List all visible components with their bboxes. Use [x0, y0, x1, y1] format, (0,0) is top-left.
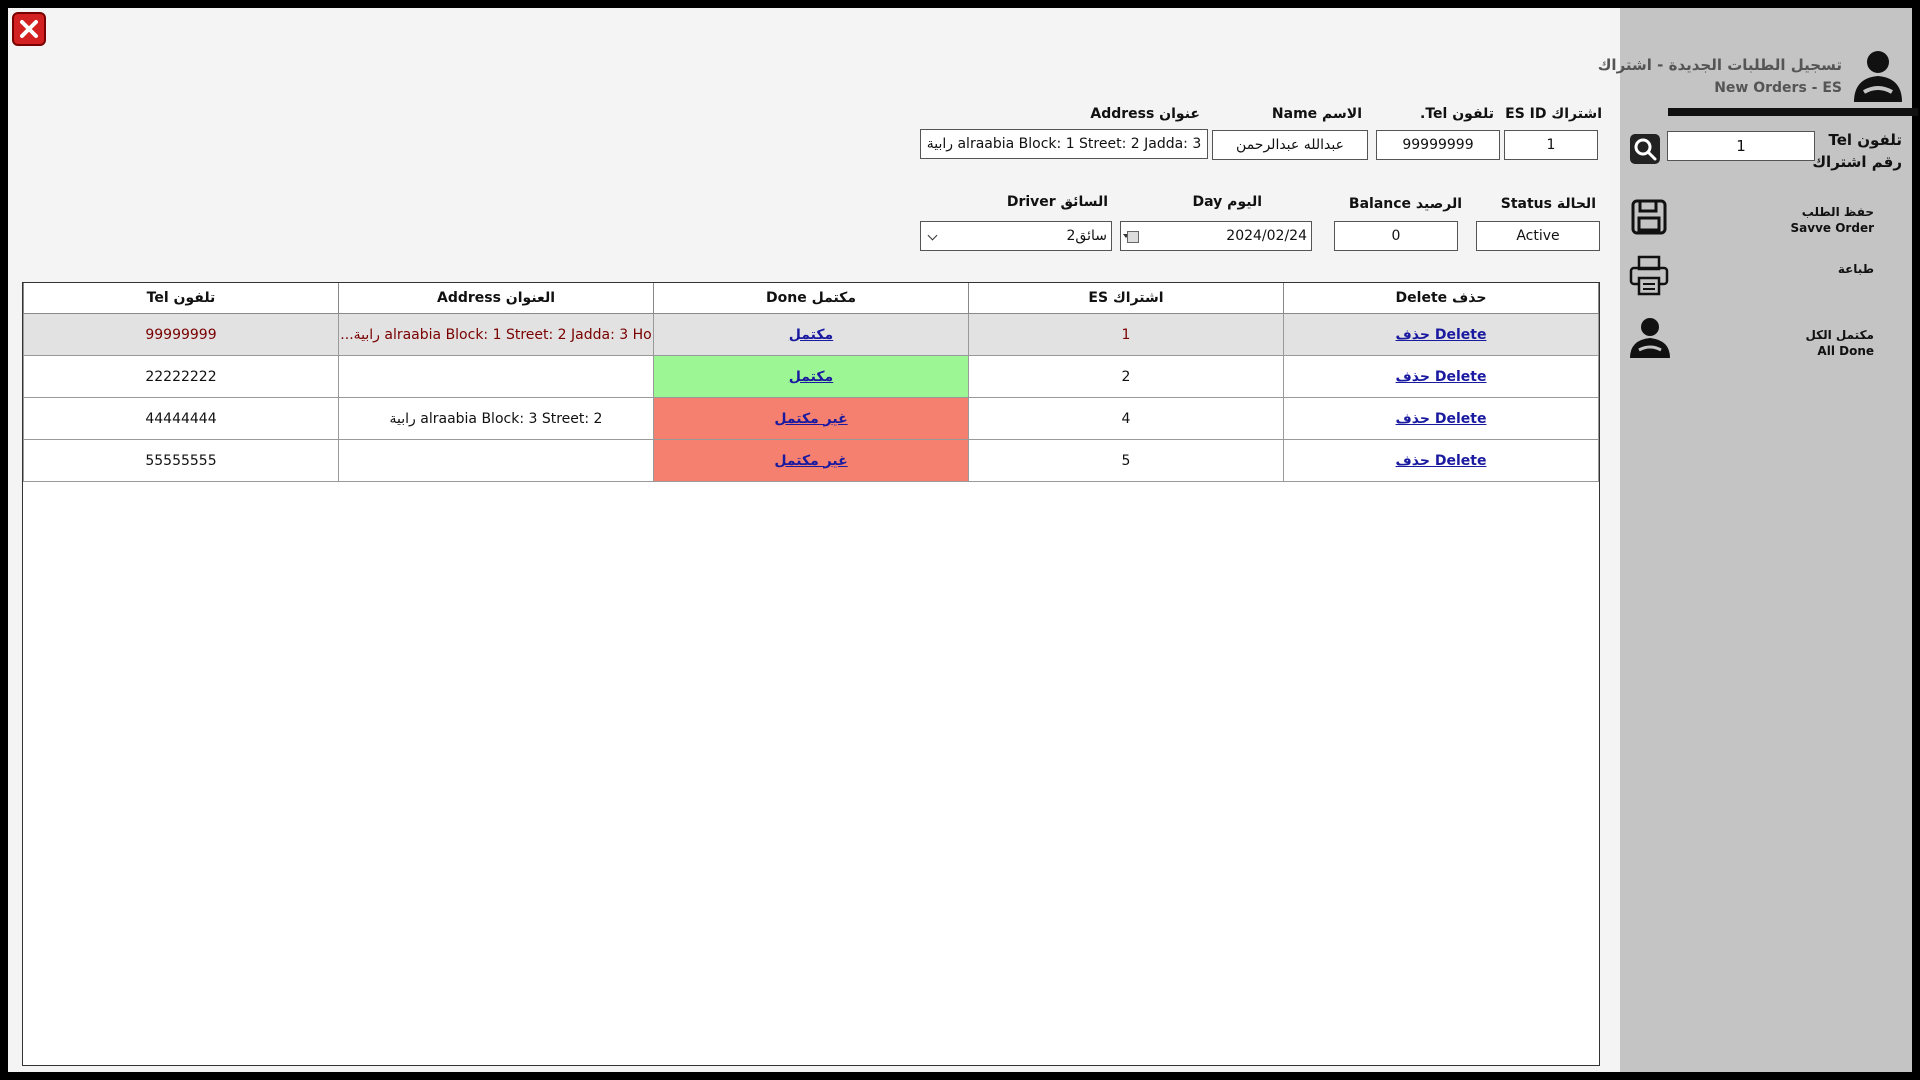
- column-header-tel[interactable]: تلفون Tel: [23, 283, 339, 314]
- all-done-label-ar[interactable]: مكتمل الكل: [1680, 328, 1874, 342]
- delete-link[interactable]: حذف Delete: [1396, 453, 1487, 469]
- save-order-label-ar[interactable]: حفظ الطلب: [1680, 205, 1874, 219]
- driver-label: السائق Driver: [1006, 194, 1108, 210]
- column-header-address[interactable]: العنوان Address: [338, 283, 654, 314]
- es-id-label: اشتراك ES ID: [1505, 106, 1602, 122]
- save-icon[interactable]: [1630, 198, 1668, 236]
- done-link[interactable]: مكتمل: [789, 369, 833, 385]
- balance-field[interactable]: 0: [1334, 221, 1458, 251]
- cell-tel: 55555555: [23, 439, 339, 482]
- driver-value: سائق2: [1066, 228, 1108, 244]
- cell-done: مكتمل: [653, 313, 969, 356]
- table-row[interactable]: 99999999 alraabia Block: 1 Street: 2 Jad…: [23, 313, 1599, 356]
- cell-tel: 22222222: [23, 355, 339, 398]
- cell-delete: حذف Delete: [1283, 355, 1599, 398]
- balance-label: الرصيد Balance: [1348, 196, 1462, 212]
- printer-icon[interactable]: [1628, 254, 1670, 296]
- cell-address: [338, 439, 654, 482]
- all-done-label-en[interactable]: All Done: [1680, 344, 1874, 358]
- search-icon: [1634, 138, 1657, 161]
- table-header-row: تلفون Tel العنوان Address مكتمل Done اشت…: [23, 283, 1599, 314]
- cell-delete: حذف Delete: [1283, 439, 1599, 482]
- name-label: الاسم Name: [1271, 106, 1362, 122]
- search-button[interactable]: [1630, 134, 1660, 164]
- done-link[interactable]: مكتمل: [789, 327, 833, 343]
- delete-link[interactable]: حذف Delete: [1396, 369, 1487, 385]
- cell-address: [338, 355, 654, 398]
- app-window: اشتراك ES ID 1 تلفون Tel. 99999999 الاسم…: [8, 8, 1918, 1072]
- cell-es: 5: [968, 439, 1284, 482]
- tel-label: تلفون Tel.: [1420, 106, 1494, 122]
- done-link[interactable]: غير مكتمل: [774, 411, 847, 427]
- search-label-tel: تلفون Tel: [1828, 131, 1902, 149]
- driver-select[interactable]: سائق2: [920, 221, 1112, 251]
- address-label: عنوان Address: [1090, 106, 1200, 122]
- sidebar: تسجيل الطلبات الجديدة - اشتراك New Order…: [1597, 8, 1918, 1072]
- cell-delete: حذف Delete: [1283, 397, 1599, 440]
- table-row[interactable]: 44444444 alraabia Block: 3 Street: 2 راب…: [23, 397, 1599, 440]
- column-header-delete[interactable]: حذف Delete: [1283, 283, 1599, 314]
- name-field[interactable]: عبدالله عبدالرحمن: [1212, 130, 1368, 160]
- search-input[interactable]: 1: [1667, 131, 1815, 161]
- calendar-icon: [1127, 231, 1139, 243]
- user-icon: [1854, 51, 1902, 102]
- table-row[interactable]: 55555555 غير مكتمل 5 حذف Delete: [23, 439, 1599, 482]
- cell-delete: حذف Delete: [1283, 313, 1599, 356]
- cell-es: 4: [968, 397, 1284, 440]
- es-id-field[interactable]: 1: [1504, 130, 1598, 160]
- print-label[interactable]: طباعة: [1680, 262, 1874, 276]
- cell-es: 2: [968, 355, 1284, 398]
- table-row[interactable]: 22222222 مكتمل 2 حذف Delete: [23, 355, 1599, 398]
- cell-address: alraabia Block: 1 Street: 2 Jadda: 3 Ho …: [338, 313, 654, 356]
- close-icon: [20, 20, 38, 38]
- column-header-es[interactable]: اشتراك ES: [968, 283, 1284, 314]
- cell-tel: 99999999: [23, 313, 339, 356]
- close-button[interactable]: [12, 12, 46, 46]
- day-datepicker[interactable]: 2024/02/24: [1120, 221, 1312, 251]
- cell-done: غير مكتمل: [653, 439, 969, 482]
- page-title-en: New Orders - ES: [1714, 80, 1842, 96]
- save-order-label-en[interactable]: Savve Order: [1680, 221, 1874, 235]
- tel-field[interactable]: 99999999: [1376, 130, 1500, 160]
- cell-tel: 44444444: [23, 397, 339, 440]
- address-field[interactable]: alraabia Block: 1 Street: 2 Jadda: 3 راب…: [920, 129, 1208, 159]
- cell-done: مكتمل: [653, 355, 969, 398]
- orders-table: تلفون Tel العنوان Address مكتمل Done اشت…: [22, 282, 1600, 1066]
- delete-link[interactable]: حذف Delete: [1396, 411, 1487, 427]
- day-label: اليوم Day: [1192, 194, 1262, 210]
- status-label: الحالة Status: [1500, 196, 1596, 212]
- status-field[interactable]: Active: [1476, 221, 1600, 251]
- cell-done: غير مكتمل: [653, 397, 969, 440]
- search-label-es: رقم اشتراك: [1812, 153, 1902, 171]
- cell-es: 1: [968, 313, 1284, 356]
- cell-address: alraabia Block: 3 Street: 2 رابية: [338, 397, 654, 440]
- day-value: 2024/02/24: [1226, 228, 1307, 244]
- user-icon[interactable]: [1628, 316, 1672, 360]
- page-title-ar: تسجيل الطلبات الجديدة - اشتراك: [1597, 56, 1842, 74]
- column-header-done[interactable]: مكتمل Done: [653, 283, 969, 314]
- done-link[interactable]: غير مكتمل: [774, 453, 847, 469]
- delete-link[interactable]: حذف Delete: [1396, 327, 1487, 343]
- sidebar-divider: [1668, 108, 1918, 116]
